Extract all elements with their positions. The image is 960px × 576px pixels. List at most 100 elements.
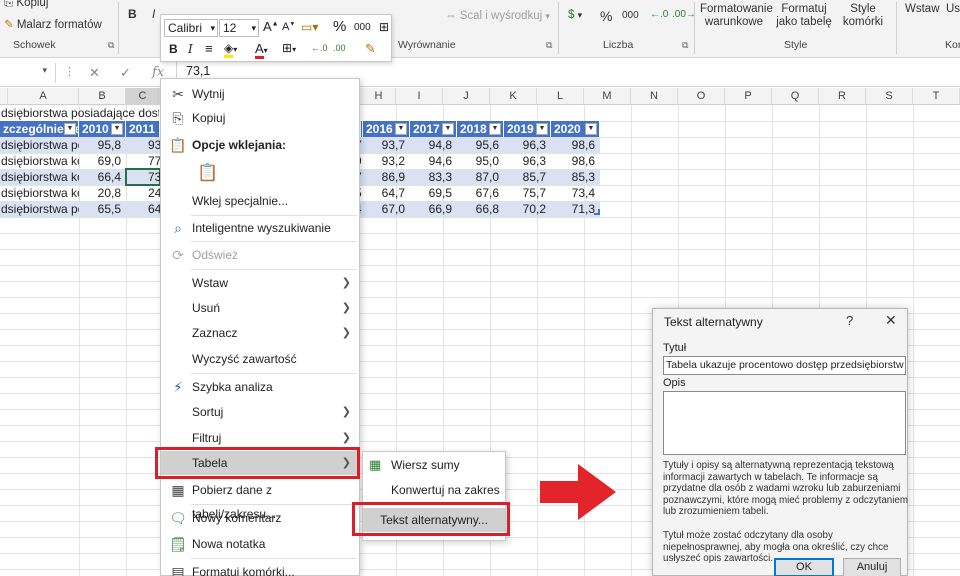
- table-cell[interactable]: 64,7: [363, 185, 410, 201]
- table-cell[interactable]: 95,6: [457, 137, 504, 153]
- table-cell[interactable]: 67,6: [457, 185, 504, 201]
- table-cell[interactable]: 85,3: [551, 169, 600, 185]
- increase-font-button[interactable]: A▲: [263, 19, 279, 34]
- table-cell[interactable]: dsiębiorstwa ko: [1, 153, 79, 169]
- table-cell[interactable]: 93,7: [363, 137, 410, 153]
- table-cell[interactable]: 93: [148, 137, 160, 153]
- col-header-q[interactable]: Q: [772, 88, 819, 105]
- description-textarea[interactable]: [663, 391, 906, 455]
- close-icon[interactable]: ✕: [885, 312, 897, 329]
- table-cell[interactable]: 96,3: [504, 137, 551, 153]
- menu-item-paste-special[interactable]: Wklej specjalnie...: [161, 189, 359, 213]
- col-header-s[interactable]: S: [866, 88, 913, 105]
- table-cell[interactable]: 69,5: [410, 185, 457, 201]
- table-resize-handle[interactable]: [594, 209, 600, 215]
- bold-button[interactable]: B: [169, 42, 178, 56]
- table-cell[interactable]: dsiębiorstwa po: [1, 137, 79, 153]
- table-header-cell[interactable]: 2020 ▼: [551, 121, 600, 137]
- brush-icon[interactable]: ✎: [365, 41, 376, 57]
- table-cell[interactable]: 77: [148, 153, 160, 169]
- col-header-r[interactable]: R: [819, 88, 866, 105]
- decrease-decimal-icon[interactable]: .00→: [672, 9, 696, 20]
- delete-cells-button[interactable]: Usu: [946, 3, 960, 15]
- col-header-a[interactable]: A: [8, 88, 79, 105]
- table-cell[interactable]: 65,5: [79, 201, 126, 217]
- table-cell[interactable]: 94,6: [410, 153, 457, 169]
- table-cell[interactable]: 93,2: [363, 153, 410, 169]
- copy-button[interactable]: ⎘ Kopiuj: [4, 0, 48, 10]
- table-cell[interactable]: 86,9: [363, 169, 410, 185]
- name-box[interactable]: ▾: [0, 63, 56, 83]
- table-cell[interactable]: 67,0: [363, 201, 410, 217]
- filter-dropdown-icon[interactable]: ▼: [395, 123, 407, 135]
- select-all-corner[interactable]: [0, 88, 8, 105]
- table-cell[interactable]: 96,3: [504, 153, 551, 169]
- menu-item-select[interactable]: Zaznacz ❯: [161, 321, 359, 345]
- font-color-button[interactable]: A▾: [255, 41, 268, 59]
- col-header-b[interactable]: B: [79, 88, 126, 105]
- table-cell[interactable]: 87,0: [457, 169, 504, 185]
- cell-styles-button[interactable]: Style komórki: [836, 3, 890, 29]
- menu-item-delete[interactable]: Usuń ❯: [161, 296, 359, 320]
- table-cell[interactable]: 66,4: [79, 169, 126, 185]
- thousands-button[interactable]: 000: [622, 10, 639, 21]
- table-cell[interactable]: 71,3: [551, 201, 600, 217]
- table-cell[interactable]: 64: [148, 201, 160, 217]
- cancel-entry-icon[interactable]: ✕: [89, 65, 100, 81]
- col-header-j[interactable]: J: [443, 88, 490, 105]
- table-header-cell[interactable]: 2010 ▼: [79, 121, 126, 137]
- col-header-p[interactable]: P: [725, 88, 772, 105]
- clipboard-launcher-icon[interactable]: ⧉: [108, 40, 114, 51]
- increase-decimal-icon[interactable]: ←.0: [311, 43, 328, 53]
- accounting-format-button[interactable]: $ ▾: [568, 9, 582, 21]
- menu-item-copy[interactable]: ⎘ Kopiuj: [161, 106, 359, 130]
- menu-item-format-cells[interactable]: ▤ Formatuj komórki...: [161, 560, 359, 576]
- borders-icon[interactable]: ⊞▾: [282, 41, 296, 55]
- table-cell[interactable]: 95,8: [79, 137, 126, 153]
- table-header-cell[interactable]: 2011: [126, 121, 160, 137]
- table-header-cell[interactable]: 2018 ▼: [457, 121, 504, 137]
- ribbon-bold-button[interactable]: B: [128, 7, 137, 21]
- col-header-k[interactable]: K: [490, 88, 537, 105]
- filter-dropdown-icon[interactable]: ▼: [442, 123, 454, 135]
- paste-option-button[interactable]: 📋: [161, 159, 359, 189]
- font-size-select[interactable]: 12 ▾: [219, 19, 259, 37]
- table-header-cell[interactable]: 2017 ▼: [410, 121, 457, 137]
- table-cell[interactable]: dsiębiorstwa ko: [1, 169, 79, 185]
- filter-dropdown-icon[interactable]: ▼: [536, 123, 548, 135]
- table-cell[interactable]: 24: [148, 185, 160, 201]
- col-header-l[interactable]: L: [537, 88, 584, 105]
- submenu-item-convert-to-range[interactable]: Konwertuj na zakres: [363, 478, 505, 502]
- table-cell[interactable]: 73: [148, 169, 160, 185]
- table-cell[interactable]: 66,8: [457, 201, 504, 217]
- confirm-entry-icon[interactable]: ✓: [120, 65, 131, 81]
- thousands-format-button[interactable]: 000: [354, 22, 371, 33]
- menu-item-sort[interactable]: Sortuj ❯: [161, 400, 359, 424]
- col-header-i[interactable]: I: [396, 88, 443, 105]
- col-header-o[interactable]: O: [678, 88, 725, 105]
- menu-item-get-data[interactable]: ▦ Pobierz dane z tabeli/zakresu...: [161, 478, 359, 521]
- format-painter-button[interactable]: ✎ Malarz formatów: [4, 17, 102, 31]
- conditional-formatting-button[interactable]: Formatowanie warunkowe: [700, 3, 773, 29]
- italic-button[interactable]: I: [188, 42, 193, 56]
- increase-decimal-icon[interactable]: ←.0: [650, 9, 668, 20]
- table-cell[interactable]: 94,8: [410, 137, 457, 153]
- cancel-button[interactable]: Anuluj: [843, 558, 901, 576]
- table-cell[interactable]: 69,0: [79, 153, 126, 169]
- menu-item-cut[interactable]: ✂ Wytnij: [161, 82, 359, 106]
- table-cell[interactable]: 85,7: [504, 169, 551, 185]
- table-cell[interactable]: dsiębiorstwa ko: [1, 185, 79, 201]
- table-cell[interactable]: 20,8: [79, 185, 126, 201]
- alignment-launcher-icon[interactable]: ⧉: [546, 40, 552, 51]
- col-header-h[interactable]: H: [362, 88, 396, 105]
- table-cell[interactable]: 95,0: [457, 153, 504, 169]
- table-cell[interactable]: 66,9: [410, 201, 457, 217]
- table-cell[interactable]: dsiębiorstwa po: [1, 201, 79, 217]
- menu-item-new-comment[interactable]: 🗨 Nowy komentarz: [161, 506, 359, 530]
- table-header-cell[interactable]: 2016 ▼: [363, 121, 410, 137]
- submenu-item-totals-row[interactable]: ▦ Wiersz sumy: [363, 453, 505, 477]
- title-input[interactable]: Tabela ukazuje procentowo dostęp przedsi…: [663, 356, 906, 375]
- table-cell[interactable]: 98,6: [551, 153, 600, 169]
- col-header-t[interactable]: T: [913, 88, 960, 105]
- insert-cells-button[interactable]: Wstaw: [905, 3, 940, 15]
